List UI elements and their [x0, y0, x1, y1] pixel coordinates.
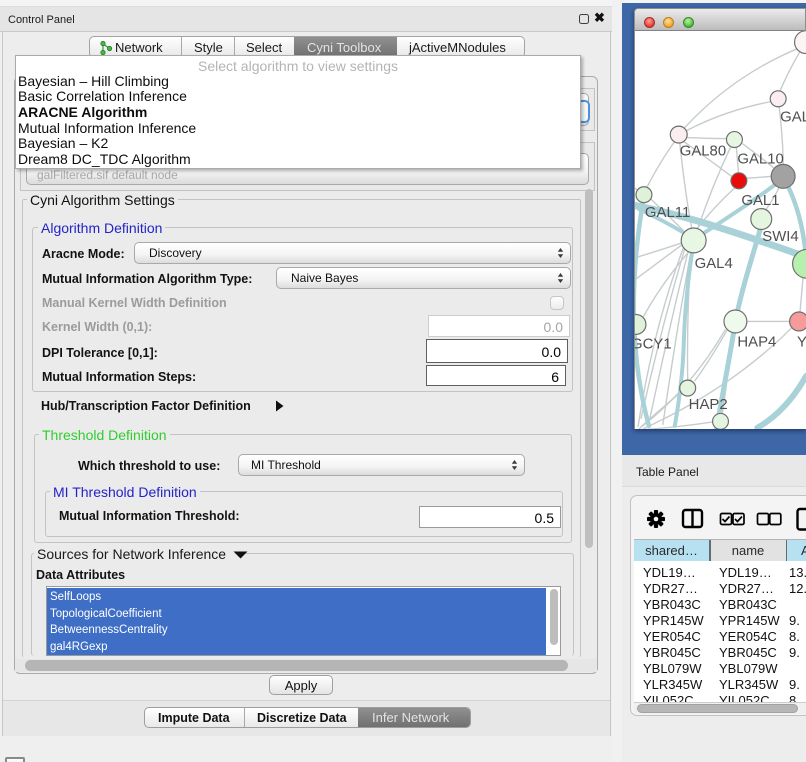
- svg-text:GAL10: GAL10: [737, 151, 783, 167]
- svg-text:GCY1: GCY1: [634, 336, 672, 352]
- svg-text:HAP2: HAP2: [689, 397, 728, 413]
- svg-text:GAL4: GAL4: [695, 256, 733, 272]
- svg-text:GAL7: GAL7: [780, 110, 806, 126]
- svg-text:GAL11: GAL11: [645, 205, 690, 221]
- svg-text:Y: Y: [797, 334, 806, 350]
- svg-text:SWI4: SWI4: [762, 229, 798, 245]
- svg-text:HAP4: HAP4: [737, 334, 776, 350]
- svg-text:GAL80: GAL80: [680, 143, 726, 159]
- svg-text:GAL1: GAL1: [741, 193, 779, 209]
